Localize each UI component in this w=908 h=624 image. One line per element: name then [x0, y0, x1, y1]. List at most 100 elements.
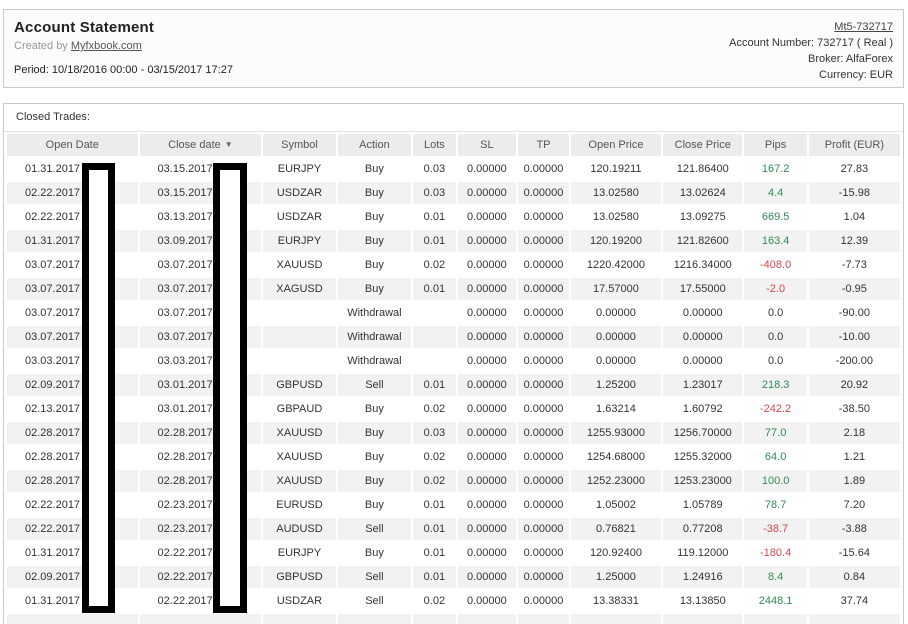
column-header-open_date[interactable]: Open Date: [7, 134, 138, 156]
cell-open_date: 03.07.2017: [7, 254, 138, 276]
column-header-label: SL: [480, 139, 494, 151]
cell-close_date: [139, 614, 262, 624]
cell-action: Buy: [337, 206, 412, 228]
cell-sl: 0.00000: [457, 422, 517, 444]
account-link[interactable]: Mt5-732717: [834, 21, 893, 33]
cell-action: Buy: [337, 542, 412, 564]
cell-open_date: 03.07.2017: [7, 326, 138, 348]
cell-open_price: 0.76821: [570, 518, 662, 540]
currency-value: EUR: [869, 69, 893, 81]
cell-profit: 27.83: [808, 158, 900, 180]
cell-open_price: 13.38331: [570, 590, 662, 612]
cell-sl: 0.00000: [457, 542, 517, 564]
table-row: 03.03.2017 03.03.2017 Withdrawal 0.00000 0.0…: [7, 350, 900, 372]
broker-value: AlfaForex: [845, 53, 893, 65]
created-by-label: Created by: [14, 40, 71, 52]
cell-action: Buy: [337, 158, 412, 180]
column-header-label: Profit (EUR): [824, 139, 885, 151]
cell-profit: -38.50: [808, 398, 900, 420]
column-header-close_price[interactable]: Close Price: [663, 134, 743, 156]
column-header-profit[interactable]: Profit (EUR): [808, 134, 900, 156]
cell-lots: 0.01: [413, 518, 456, 540]
cell-open_price: 120.19211: [570, 158, 662, 180]
broker-line: Broker: AlfaForex: [729, 51, 893, 67]
cell-open_price: 0.00000: [570, 302, 662, 324]
cell-profit: 20.92: [808, 374, 900, 396]
cell-open_price: 1.25000: [570, 566, 662, 588]
myfxbook-link[interactable]: Myfxbook.com: [71, 40, 142, 52]
cell-action: Buy: [337, 182, 412, 204]
cell-close_price: 121.86400: [663, 158, 743, 180]
cell-open_date: 02.09.2017: [7, 374, 138, 396]
cell-action: Buy: [337, 254, 412, 276]
cell-pips: 78.7: [744, 494, 807, 516]
cell-sl: 0.00000: [457, 518, 517, 540]
cell-symbol: [263, 350, 336, 372]
cell-lots: 0.01: [413, 494, 456, 516]
cell-sl: 0.00000: [457, 230, 517, 252]
cell-tp: 0.00000: [518, 278, 569, 300]
cell-symbol: USDZAR: [263, 182, 336, 204]
cell-profit: -3.88: [808, 518, 900, 540]
column-header-action[interactable]: Action: [337, 134, 412, 156]
cell-pips: -180.4: [744, 542, 807, 564]
cell-tp: 0.00000: [518, 254, 569, 276]
cell-symbol: USDZAR: [263, 590, 336, 612]
column-header-sl[interactable]: SL: [457, 134, 517, 156]
cell-close_price: 13.13850: [663, 590, 743, 612]
cell-open_price: 1220.42000: [570, 254, 662, 276]
cell-tp: 0.00000: [518, 422, 569, 444]
cell-action: Withdrawal: [337, 350, 412, 372]
column-header-symbol[interactable]: Symbol: [263, 134, 336, 156]
cell-close_price: 1.24916: [663, 566, 743, 588]
cell-close_price: 1.05789: [663, 494, 743, 516]
column-header-pips[interactable]: Pips: [744, 134, 807, 156]
column-header-label: Open Date: [45, 139, 99, 151]
cell-sl: 0.00000: [457, 278, 517, 300]
account-number-line: Account Number: 732717 ( Real ): [729, 35, 893, 51]
redaction-box-close-date-time: [213, 163, 247, 613]
cell-tp: 0.00000: [518, 326, 569, 348]
cell-profit: -200.00: [808, 350, 900, 372]
cell-pips: -242.2: [744, 398, 807, 420]
cell-tp: 0.00000: [518, 230, 569, 252]
cell-symbol: XAUUSD: [263, 470, 336, 492]
cell-open_price: 0.00000: [570, 326, 662, 348]
cell-action: Buy: [337, 230, 412, 252]
cell-close_price: 1216.34000: [663, 254, 743, 276]
cell-open_date: 03.07.2017: [7, 302, 138, 324]
cell-open_price: 1252.23000: [570, 470, 662, 492]
redaction-box-open-date-time: [82, 163, 115, 613]
cell-profit: 1.04: [808, 206, 900, 228]
column-header-lots[interactable]: Lots: [413, 134, 456, 156]
cell-profit: -7.73: [808, 254, 900, 276]
cell-tp: 0.00000: [518, 566, 569, 588]
cell-sl: 0.00000: [457, 350, 517, 372]
cell-profit: 37.74: [808, 590, 900, 612]
column-header-open_price[interactable]: Open Price: [570, 134, 662, 156]
cell-open_price: 1.05002: [570, 494, 662, 516]
cell-open_price: 1254.68000: [570, 446, 662, 468]
account-number-value: 732717 ( Real ): [817, 37, 893, 49]
column-header-tp[interactable]: TP: [518, 134, 569, 156]
cell-action: Buy: [337, 422, 412, 444]
closed-trades-table: Open Date Close date ▼ Symbol Action Lots SL TP…: [5, 132, 902, 624]
cell-symbol: XAUUSD: [263, 446, 336, 468]
sort-desc-icon: ▼: [224, 140, 233, 149]
cell-close_price: 13.09275: [663, 206, 743, 228]
cell-tp: 0.00000: [518, 470, 569, 492]
cell-open_date: 03.07.2017: [7, 278, 138, 300]
page-title: Account Statement: [14, 19, 155, 36]
cell-symbol: XAUUSD: [263, 254, 336, 276]
column-header-label: Pips: [764, 139, 787, 151]
cell-pips: 77.0: [744, 422, 807, 444]
cell-open_price: 13.02580: [570, 182, 662, 204]
cell-pips: [744, 614, 807, 624]
cell-open_price: 0.00000: [570, 350, 662, 372]
cell-pips: 218.3: [744, 374, 807, 396]
cell-sl: 0.00000: [457, 494, 517, 516]
cell-tp: 0.00000: [518, 542, 569, 564]
cell-lots: 0.02: [413, 254, 456, 276]
cell-sl: 0.00000: [457, 254, 517, 276]
column-header-close_date[interactable]: Close date ▼: [139, 134, 262, 156]
